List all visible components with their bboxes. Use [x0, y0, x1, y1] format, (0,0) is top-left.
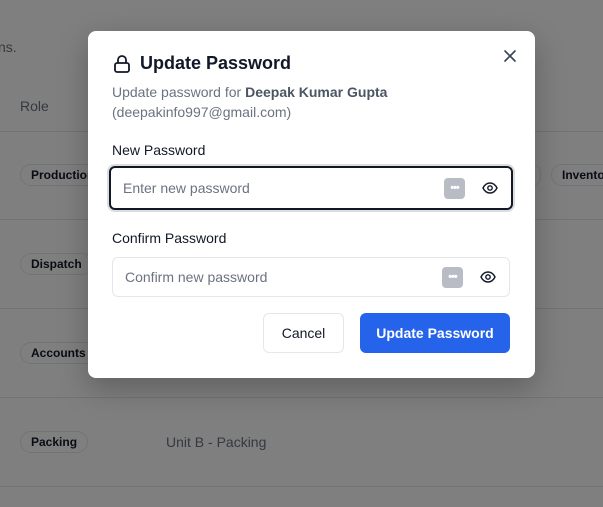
confirm-password-label: Confirm Password	[112, 230, 227, 246]
close-button[interactable]	[501, 47, 519, 65]
user-email: (deepakinfo997@gmail.com)	[112, 104, 292, 120]
new-password-field: •••	[109, 166, 513, 210]
update-password-dialog: Update Password Update password for Deep…	[88, 31, 535, 378]
desc-prefix: Update password for	[112, 84, 246, 100]
dialog-description: Update password for Deepak Kumar Gupta (…	[112, 82, 442, 122]
cancel-button[interactable]: Cancel	[263, 313, 344, 353]
dialog-header: Update Password	[112, 53, 291, 74]
toggle-visibility-button[interactable]	[481, 179, 499, 197]
password-manager-icon[interactable]: •••	[444, 177, 465, 199]
confirm-password-input[interactable]	[113, 258, 442, 296]
new-password-input[interactable]	[111, 168, 444, 208]
password-manager-icon[interactable]: •••	[442, 266, 463, 288]
lock-icon	[114, 54, 130, 73]
close-icon	[504, 50, 516, 62]
confirm-password-field: •••	[112, 257, 510, 297]
new-password-label: New Password	[112, 142, 206, 158]
update-password-button[interactable]: Update Password	[360, 313, 510, 353]
user-name: Deepak Kumar Gupta	[245, 84, 388, 100]
dialog-title: Update Password	[140, 53, 292, 73]
eye-icon	[482, 182, 498, 194]
eye-icon	[480, 271, 496, 283]
toggle-visibility-button[interactable]	[479, 268, 497, 286]
